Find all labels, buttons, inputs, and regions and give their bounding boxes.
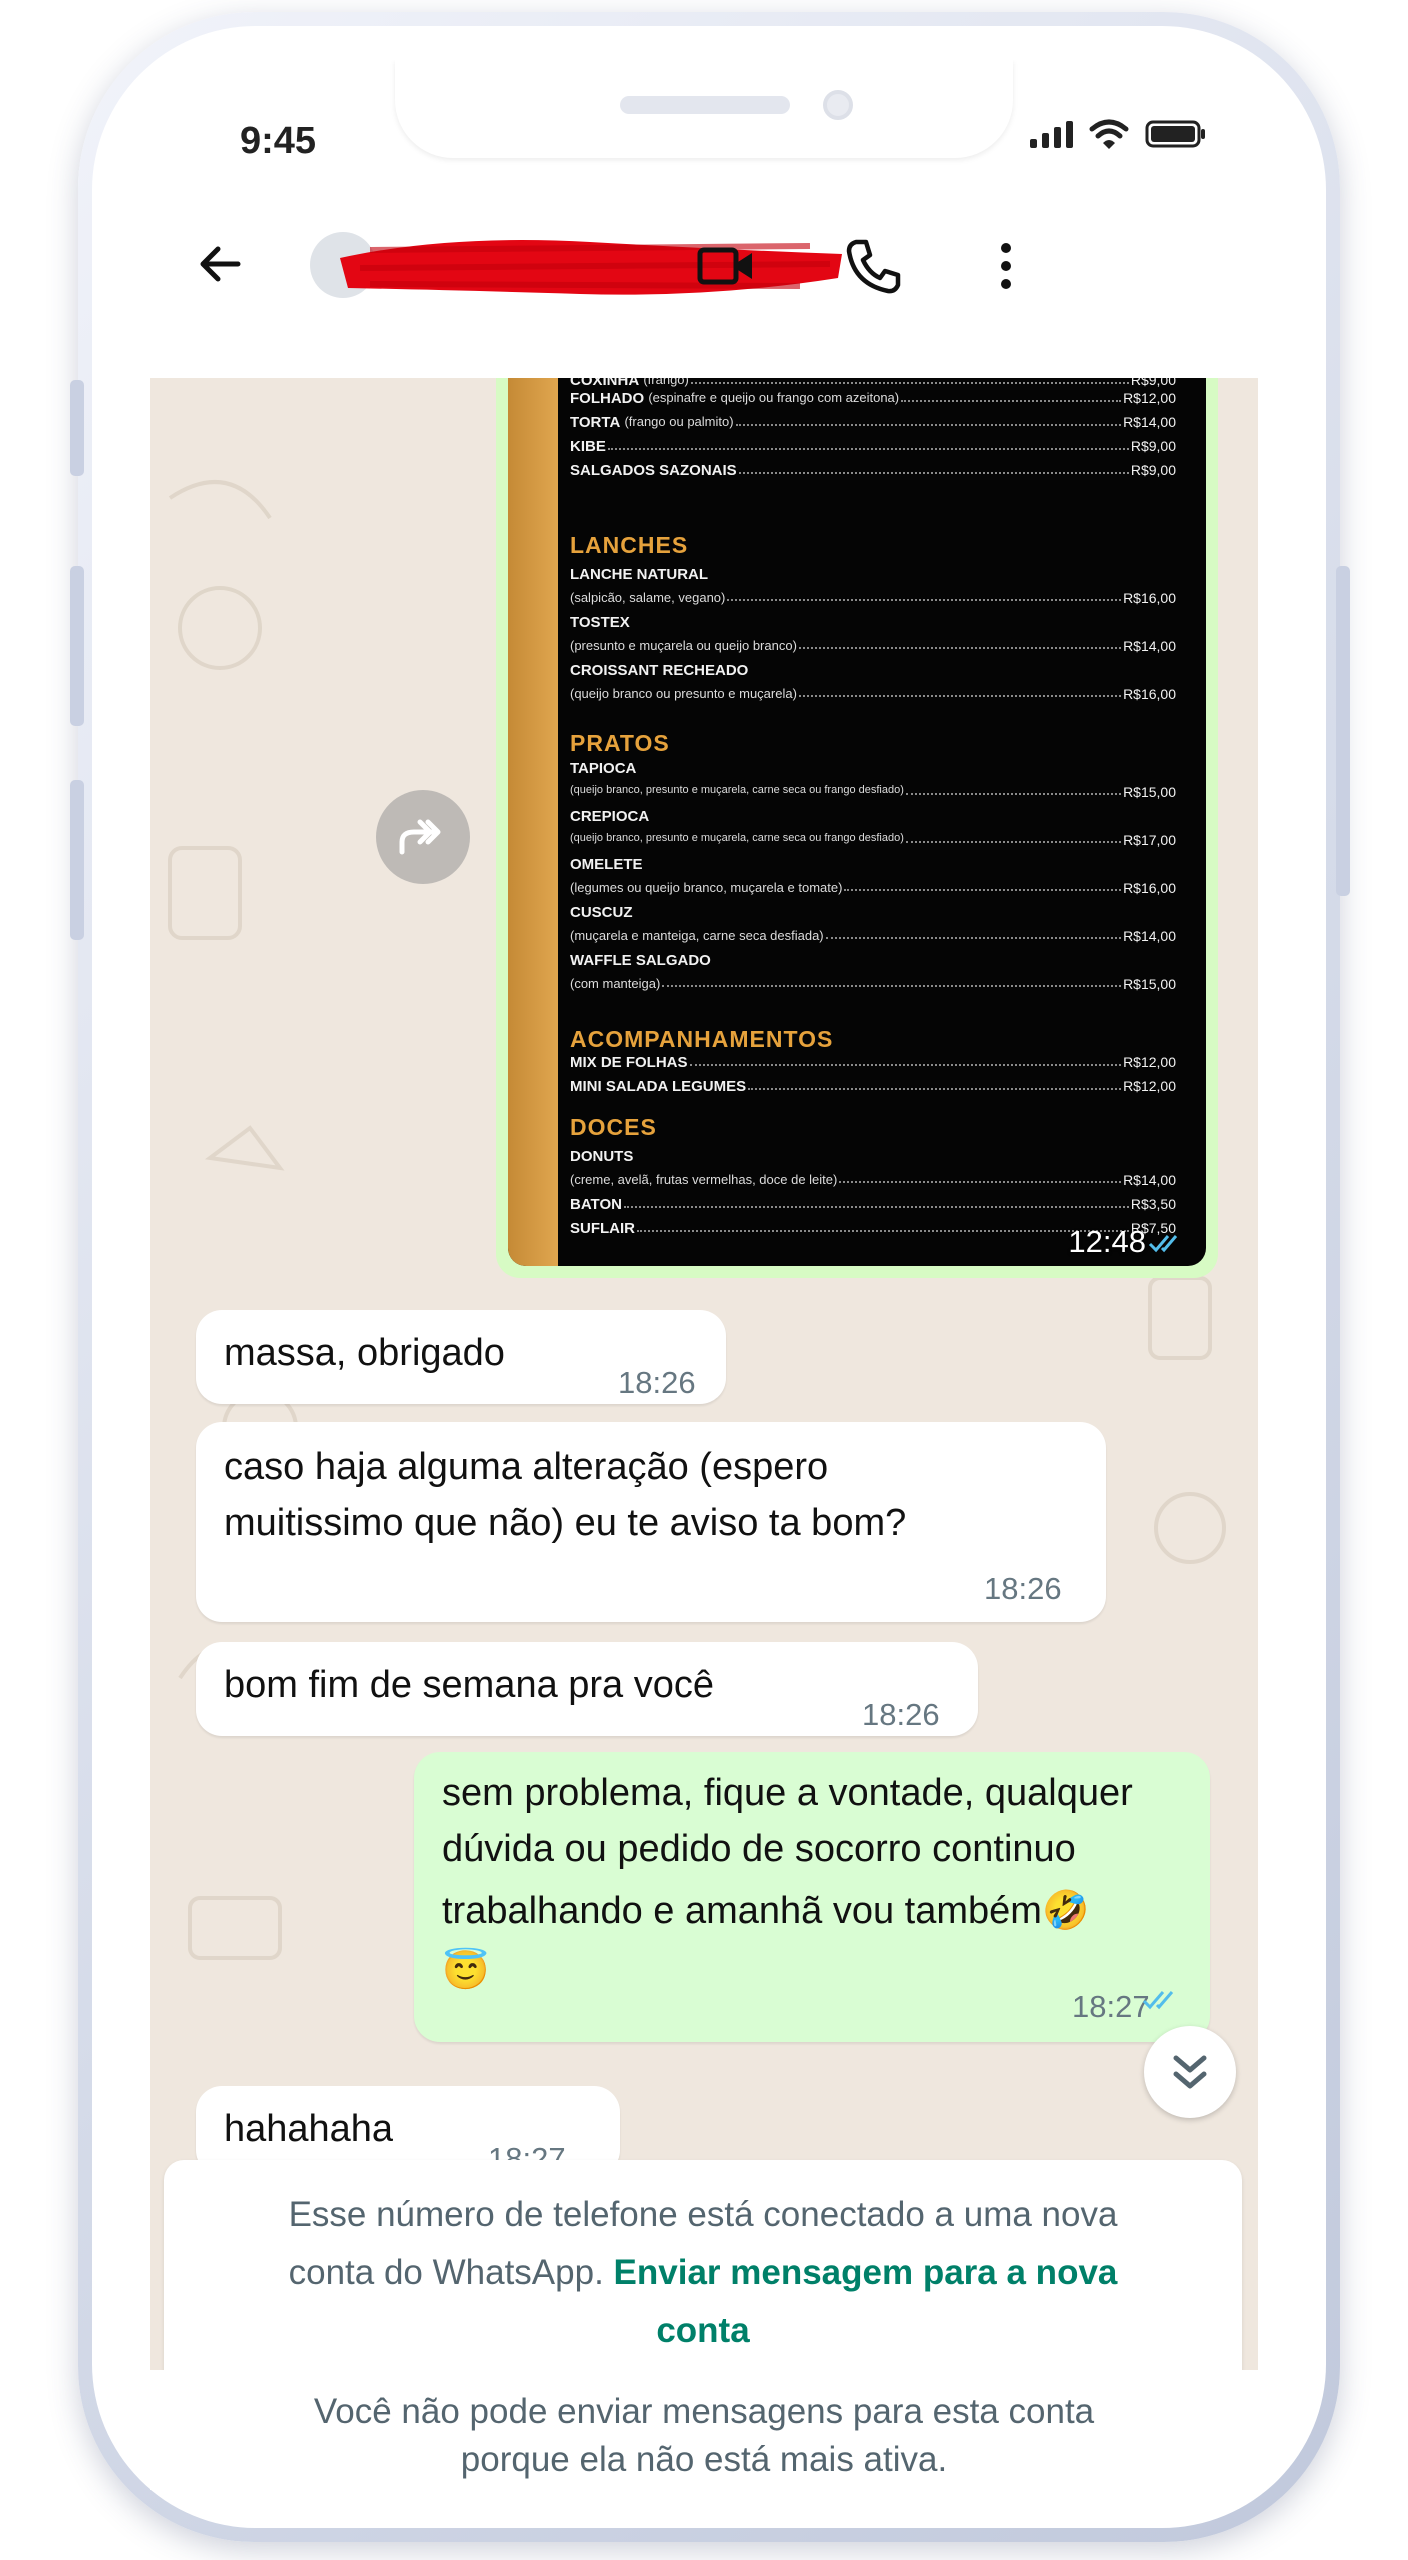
inactive-account-footer: Você não pode enviar mensagens para esta…	[150, 2370, 1258, 2490]
front-camera	[823, 90, 853, 120]
menu-item-name: TOSTEX	[570, 614, 630, 631]
message-text-line: caso haja alguma alteração (espero	[224, 1446, 829, 1488]
scroll-to-bottom-button[interactable]	[1144, 2026, 1236, 2118]
menu-item-detail: (legumes ou queijo branco, muçarela e to…	[570, 880, 1176, 896]
signal-icon	[1030, 120, 1073, 148]
send-to-new-account-link-continued[interactable]: conta	[656, 2311, 749, 2350]
menu-item-detail: (muçarela e manteiga, carne seca desfiad…	[570, 928, 1176, 944]
message-bubble-incoming[interactable]: caso haja alguma alteração (espero muiti…	[196, 1422, 1106, 1622]
kebab-menu-icon[interactable]	[986, 234, 1026, 298]
menu-item-name: TAPIOCA	[570, 760, 637, 777]
phone-screen: 9:45 COXINHA (frango) R$9,00 FOLHADO (es…	[150, 60, 1258, 2490]
menu-item: MIX DE FOLHAS R$12,00	[570, 1054, 1176, 1071]
menu-item-detail: (queijo branco, presunto e muçarela, car…	[570, 784, 1176, 800]
menu-item-detail: (salpicão, salame, vegano) R$16,00	[570, 590, 1176, 606]
menu-item: FOLHADO (espinafre e queijo ou frango co…	[570, 390, 1176, 407]
side-button-volume-down	[70, 780, 84, 940]
chat-area[interactable]: COXINHA (frango) R$9,00 FOLHADO (espinafr…	[150, 378, 1258, 2490]
menu-item: MINI SALADA LEGUMES R$12,00	[570, 1078, 1176, 1095]
arrow-left-icon[interactable]	[192, 236, 248, 292]
side-button-mute	[70, 380, 84, 476]
menu-image[interactable]: COXINHA (frango) R$9,00 FOLHADO (espinafr…	[508, 378, 1206, 1266]
menu-section-pratos: PRATOS	[570, 730, 670, 756]
message-text-line: dúvida ou pedido de socorro continuo	[442, 1828, 1076, 1870]
phone-icon[interactable]	[842, 234, 906, 298]
menu-item-name: WAFFLE SALGADO	[570, 952, 711, 969]
message-time: 18:26	[862, 1697, 940, 1732]
speaker	[620, 96, 790, 114]
message-bubble-incoming[interactable]: massa, obrigado 18:26	[196, 1310, 726, 1404]
account-change-notice: Esse número de telefone está conectado a…	[164, 2160, 1242, 2396]
message-text-line: trabalhando e amanhã vou também🤣	[442, 1890, 1090, 1932]
menu-item-detail: (presunto e muçarela ou queijo branco) R$…	[570, 638, 1176, 654]
redacted-contact-name[interactable]	[330, 228, 850, 304]
footer-text-line: porque ela não está mais ativa.	[460, 2440, 948, 2479]
send-to-new-account-link[interactable]: Enviar mensagem para a nova	[614, 2253, 1118, 2292]
menu-item-name: LANCHE NATURAL	[570, 566, 709, 583]
message-text: massa, obrigado	[224, 1332, 505, 1374]
menu-item-name: CUSCUZ	[570, 904, 633, 921]
double-check-icon	[1148, 1235, 1178, 1253]
menu-item-name: OMELETE	[570, 856, 643, 873]
menu-image-border	[508, 378, 558, 1266]
message-text-line: 😇	[442, 1950, 490, 1992]
side-button-volume-up	[70, 566, 84, 726]
menu-item: BATON R$3,50	[570, 1196, 1176, 1213]
message-text: bom fim de semana pra você	[224, 1664, 715, 1706]
menu-section-lanches: LANCHES	[570, 532, 689, 558]
message-text: hahahaha	[224, 2108, 394, 2150]
menu-item-detail: (creme, avelã, frutas vermelhas, doce de…	[570, 1172, 1176, 1188]
menu-item: SALGADOS SAZONAIS R$9,00	[570, 462, 1176, 479]
forward-icon[interactable]	[376, 790, 470, 884]
message-text-line: sem problema, fique a vontade, qualquer	[442, 1772, 1133, 1814]
notice-line: conta do WhatsApp. Enviar mensagem para …	[164, 2244, 1242, 2302]
notice-text: conta do WhatsApp.	[288, 2253, 614, 2292]
footer-text-line: Você não pode enviar mensagens para esta…	[313, 2392, 1095, 2431]
double-check-icon	[1142, 1991, 1174, 2010]
menu-item: KIBE R$9,00	[570, 438, 1176, 455]
status-time: 9:45	[240, 120, 317, 162]
message-bubble-outgoing[interactable]: sem problema, fique a vontade, qualquer …	[414, 1752, 1210, 2042]
menu-item-name: CREPIOCA	[570, 808, 650, 825]
message-bubble-incoming[interactable]: bom fim de semana pra você 18:26	[196, 1642, 978, 1736]
menu-item-detail: (com manteiga) R$15,00	[570, 976, 1176, 992]
message-time: 18:27	[1072, 1989, 1150, 2024]
menu-item: TORTA (frango ou palmito) R$14,00	[570, 414, 1176, 431]
battery-icon	[1145, 120, 1205, 148]
menu-item-detail: (queijo branco ou presunto e muçarela) R$…	[570, 686, 1176, 702]
side-button-power	[1336, 566, 1350, 896]
menu-section-doces: DOCES	[570, 1114, 657, 1140]
message-text-line: muitissimo que não) eu te aviso ta bom?	[224, 1502, 907, 1544]
chevron-double-down-icon	[1173, 2055, 1207, 2089]
notch	[395, 60, 1013, 158]
video-camera-icon[interactable]	[694, 234, 758, 298]
chat-header	[150, 188, 1258, 378]
menu-item: COXINHA (frango) R$9,00	[570, 378, 1176, 389]
message-time: 18:26	[984, 1571, 1062, 1606]
menu-item-name: DONUTS	[570, 1148, 634, 1165]
menu-section-acompanhamentos: ACOMPANHAMENTOS	[570, 1026, 834, 1052]
menu-item-name: CROISSANT RECHEADO	[570, 662, 749, 679]
notice-line: Esse número de telefone está conectado a…	[288, 2195, 1118, 2234]
message-time: 18:26	[618, 1365, 696, 1400]
notice-line: conta	[164, 2302, 1242, 2360]
menu-item-detail: (queijo branco, presunto e muçarela, car…	[570, 832, 1176, 848]
status-icons	[1030, 118, 1207, 150]
image-timestamp: 12:48	[1068, 1224, 1146, 1259]
image-message[interactable]: COXINHA (frango) R$9,00 FOLHADO (espinafr…	[496, 378, 1218, 1278]
wifi-icon	[1089, 119, 1129, 149]
